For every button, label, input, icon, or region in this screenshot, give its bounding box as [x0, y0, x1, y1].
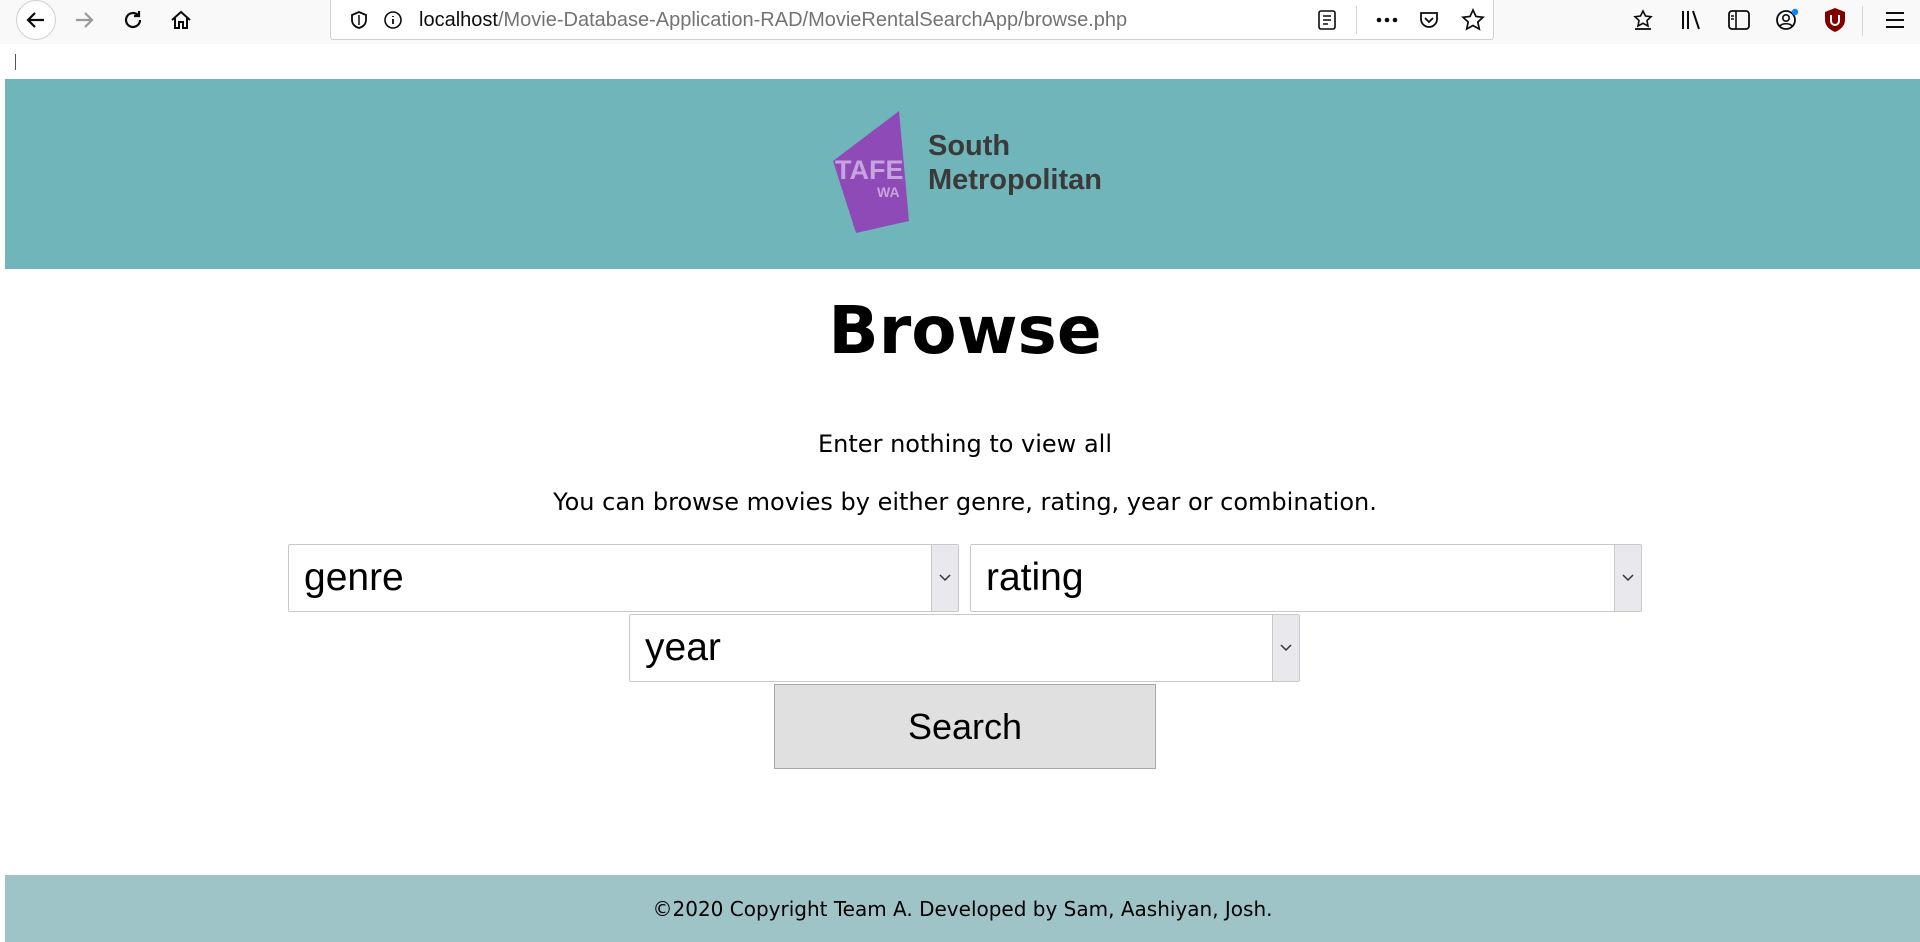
site-info-icon[interactable]: [377, 4, 409, 36]
genre-select[interactable]: genre: [288, 544, 959, 612]
tafe-logo-mark: TAFE WA: [833, 111, 909, 233]
library-button[interactable]: [1673, 2, 1709, 38]
hint-browse-instructions: You can browse movies by either genre, r…: [553, 488, 1377, 516]
page-header: TAFE WA South Metropolitan: [5, 79, 1920, 269]
arrow-right-icon: [76, 12, 94, 28]
arrow-left-icon: [26, 12, 44, 28]
rating-select-value: rating: [986, 556, 1084, 599]
bookmarks-menu-button[interactable]: [1625, 2, 1661, 38]
search-button[interactable]: Search: [774, 684, 1156, 769]
bookmark-star-icon[interactable]: [1457, 4, 1489, 36]
back-button[interactable]: [16, 0, 56, 40]
toolbar-divider: [1862, 6, 1863, 36]
browser-toolbar: localhost/Movie-Database-Application-RAD…: [0, 0, 1920, 44]
logo-mark-tafe: TAFE: [835, 155, 904, 185]
page-actions-icon[interactable]: [1371, 4, 1403, 36]
home-icon: [171, 10, 191, 29]
account-button[interactable]: [1769, 2, 1805, 38]
year-select[interactable]: year: [629, 614, 1300, 682]
genre-select-value: genre: [304, 556, 404, 599]
pocket-icon[interactable]: [1413, 4, 1445, 36]
hamburger-menu-icon: [1886, 12, 1904, 28]
footer-copyright: ©2020 Copyright Team A. Developed by Sam…: [652, 897, 1273, 921]
rating-select[interactable]: rating: [970, 544, 1642, 612]
hint-view-all: Enter nothing to view all: [818, 430, 1112, 458]
home-button[interactable]: [163, 2, 199, 38]
chevron-down-icon[interactable]: [931, 545, 958, 611]
reader-view-icon[interactable]: [1311, 4, 1343, 36]
url-host: localhost: [419, 9, 498, 31]
reload-button[interactable]: [115, 2, 151, 38]
ublock-button[interactable]: [1817, 2, 1853, 38]
url-text[interactable]: localhost/Movie-Database-Application-RAD…: [419, 9, 1127, 32]
page-title: Browse: [828, 292, 1102, 369]
address-bar[interactable]: localhost/Movie-Database-Application-RAD…: [330, 0, 1494, 40]
star-list-icon: [1633, 9, 1653, 30]
sidebar-button[interactable]: [1721, 2, 1757, 38]
app-menu-button[interactable]: [1877, 2, 1913, 38]
logo-line-2: Metropolitan: [928, 164, 1102, 196]
tracking-protection-icon[interactable]: [343, 4, 375, 36]
ublock-icon: [1825, 8, 1845, 32]
forward-button[interactable]: [66, 2, 102, 38]
text-cursor: [15, 54, 16, 70]
chevron-down-icon[interactable]: [1614, 545, 1641, 611]
logo-line-1: South: [928, 130, 1011, 162]
sidebar-icon: [1728, 10, 1750, 30]
reload-icon: [124, 11, 142, 29]
year-select-value: year: [645, 626, 721, 669]
page-footer: ©2020 Copyright Team A. Developed by Sam…: [5, 875, 1920, 942]
url-path: /Movie-Database-Application-RAD/MovieRen…: [497, 9, 1128, 31]
chevron-down-icon[interactable]: [1272, 615, 1299, 681]
library-icon: [1682, 10, 1700, 30]
logo-mark-wa: WA: [877, 184, 900, 200]
tafe-logo[interactable]: TAFE WA South Metropolitan: [831, 109, 1131, 233]
url-divider: [1356, 6, 1357, 34]
account-icon: [1776, 8, 1799, 30]
logo-text: South Metropolitan: [928, 129, 1102, 197]
